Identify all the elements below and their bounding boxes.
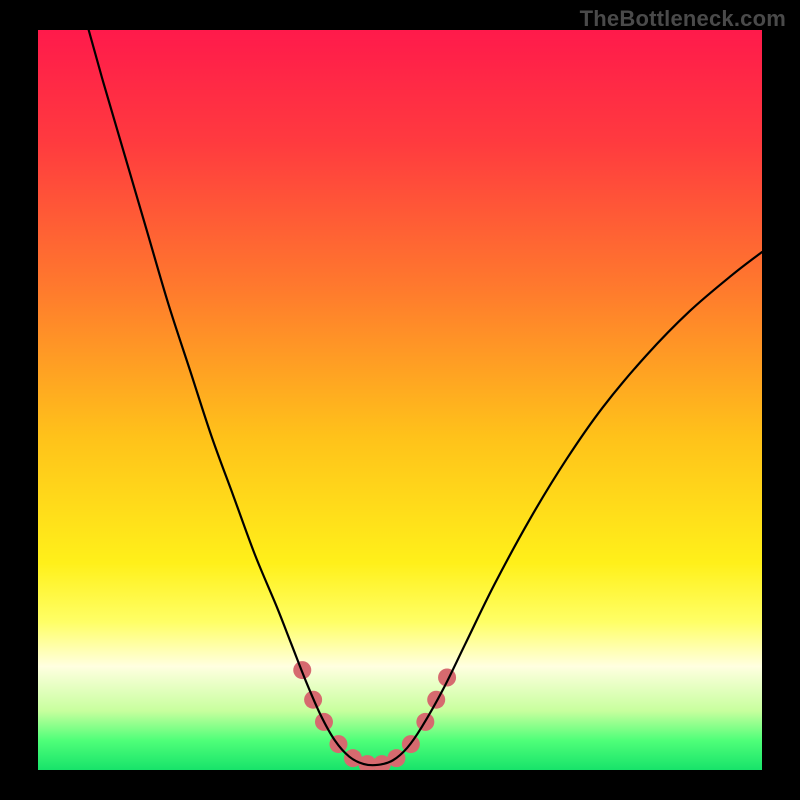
curve-marker	[427, 691, 445, 709]
bottleneck-chart	[0, 0, 800, 800]
plot-background	[38, 30, 762, 770]
chart-frame: TheBottleneck.com	[0, 0, 800, 800]
